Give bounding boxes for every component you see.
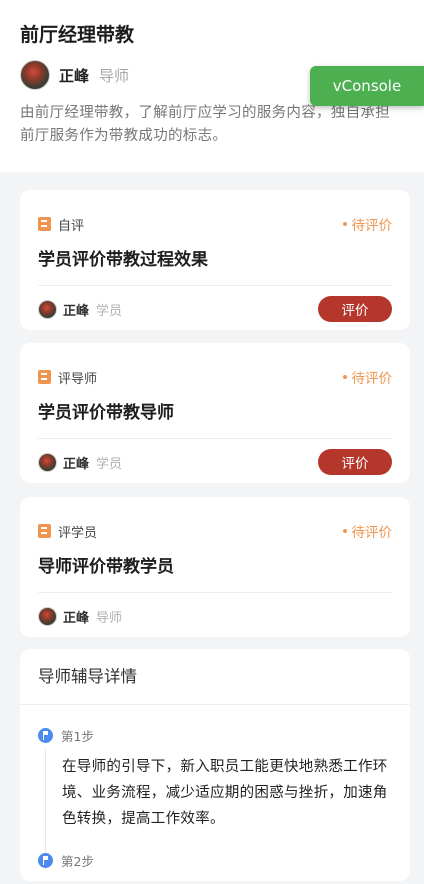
user-name: 正峰 bbox=[59, 66, 90, 85]
evaluate-button[interactable]: 评价 bbox=[318, 449, 392, 475]
flag-icon bbox=[38, 852, 53, 868]
page-title: 前厅经理带教 bbox=[20, 24, 135, 46]
step-label: 第1步 bbox=[61, 728, 94, 744]
user-name: 正峰 bbox=[63, 456, 90, 472]
task-user: 正峰 导师 bbox=[38, 606, 123, 626]
user-name: 正峰 bbox=[63, 610, 90, 626]
status-dot-icon bbox=[342, 222, 347, 226]
task-type: 评学员 bbox=[38, 522, 97, 541]
task-type: 评导师 bbox=[38, 368, 97, 387]
task-title: 学员评价带教过程效果 bbox=[38, 250, 208, 270]
task-user: 正峰 学员 bbox=[38, 299, 123, 319]
status-badge: 待评价 bbox=[342, 214, 393, 234]
page-description: 由前厅经理带教，了解前厅应学习的服务内容，独自承担前厅服务作为带教成功的标志。 bbox=[20, 105, 390, 144]
status-label: 待评价 bbox=[351, 371, 393, 387]
task-type-icon bbox=[38, 370, 51, 384]
task-type-icon bbox=[38, 524, 51, 538]
divider bbox=[38, 285, 392, 286]
status-dot-icon bbox=[342, 375, 347, 379]
task-type-icon bbox=[38, 217, 51, 231]
task-title: 学员评价带教导师 bbox=[38, 403, 174, 423]
mentoring-detail-card: 导师辅导详情 第1步 在导师的引导下，新入职员工能更快地熟悉工作环境、业务流程，… bbox=[20, 649, 410, 881]
divider bbox=[38, 592, 392, 593]
task-type-label: 评学员 bbox=[58, 525, 98, 541]
user-name: 正峰 bbox=[63, 303, 90, 319]
vconsole-button[interactable]: vConsole bbox=[310, 66, 424, 106]
avatar bbox=[38, 299, 57, 319]
task-type-label: 评导师 bbox=[58, 371, 98, 387]
avatar bbox=[38, 452, 57, 472]
task-card[interactable]: 评导师 待评价 学员评价带教导师 正峰 学员 评价 bbox=[20, 343, 410, 483]
task-card[interactable]: 自评 待评价 学员评价带教过程效果 正峰 学员 评价 bbox=[20, 190, 410, 330]
user-role: 学员 bbox=[96, 456, 123, 472]
status-label: 待评价 bbox=[351, 218, 393, 234]
step-text: 在导师的引导下，新入职员工能更快地熟悉工作环境、业务流程，减少适应期的困惑与挫折… bbox=[62, 759, 388, 827]
step-label: 第2步 bbox=[61, 853, 94, 869]
step-item: 第2步 bbox=[20, 850, 410, 870]
section-title: 导师辅导详情 bbox=[20, 649, 410, 705]
task-card[interactable]: 评学员 待评价 导师评价带教学员 正峰 导师 bbox=[20, 497, 410, 637]
user-role: 学员 bbox=[96, 303, 123, 319]
evaluate-button[interactable]: 评价 bbox=[318, 296, 392, 322]
flag-icon bbox=[38, 727, 53, 743]
user-role: 导师 bbox=[96, 610, 123, 626]
divider bbox=[38, 438, 392, 439]
avatar bbox=[20, 60, 50, 90]
task-user: 正峰 学员 bbox=[38, 452, 123, 472]
avatar bbox=[38, 606, 57, 626]
task-type-label: 自评 bbox=[58, 218, 85, 234]
task-type: 自评 bbox=[38, 215, 84, 234]
status-badge: 待评价 bbox=[342, 367, 393, 387]
task-title: 导师评价带教学员 bbox=[38, 557, 174, 577]
status-dot-icon bbox=[342, 529, 347, 533]
status-badge: 待评价 bbox=[342, 521, 393, 541]
step-item: 第1步 在导师的引导下，新入职员工能更快地熟悉工作环境、业务流程，减少适应期的困… bbox=[20, 725, 410, 869]
user-role: 导师 bbox=[99, 66, 130, 85]
status-label: 待评价 bbox=[351, 525, 393, 541]
